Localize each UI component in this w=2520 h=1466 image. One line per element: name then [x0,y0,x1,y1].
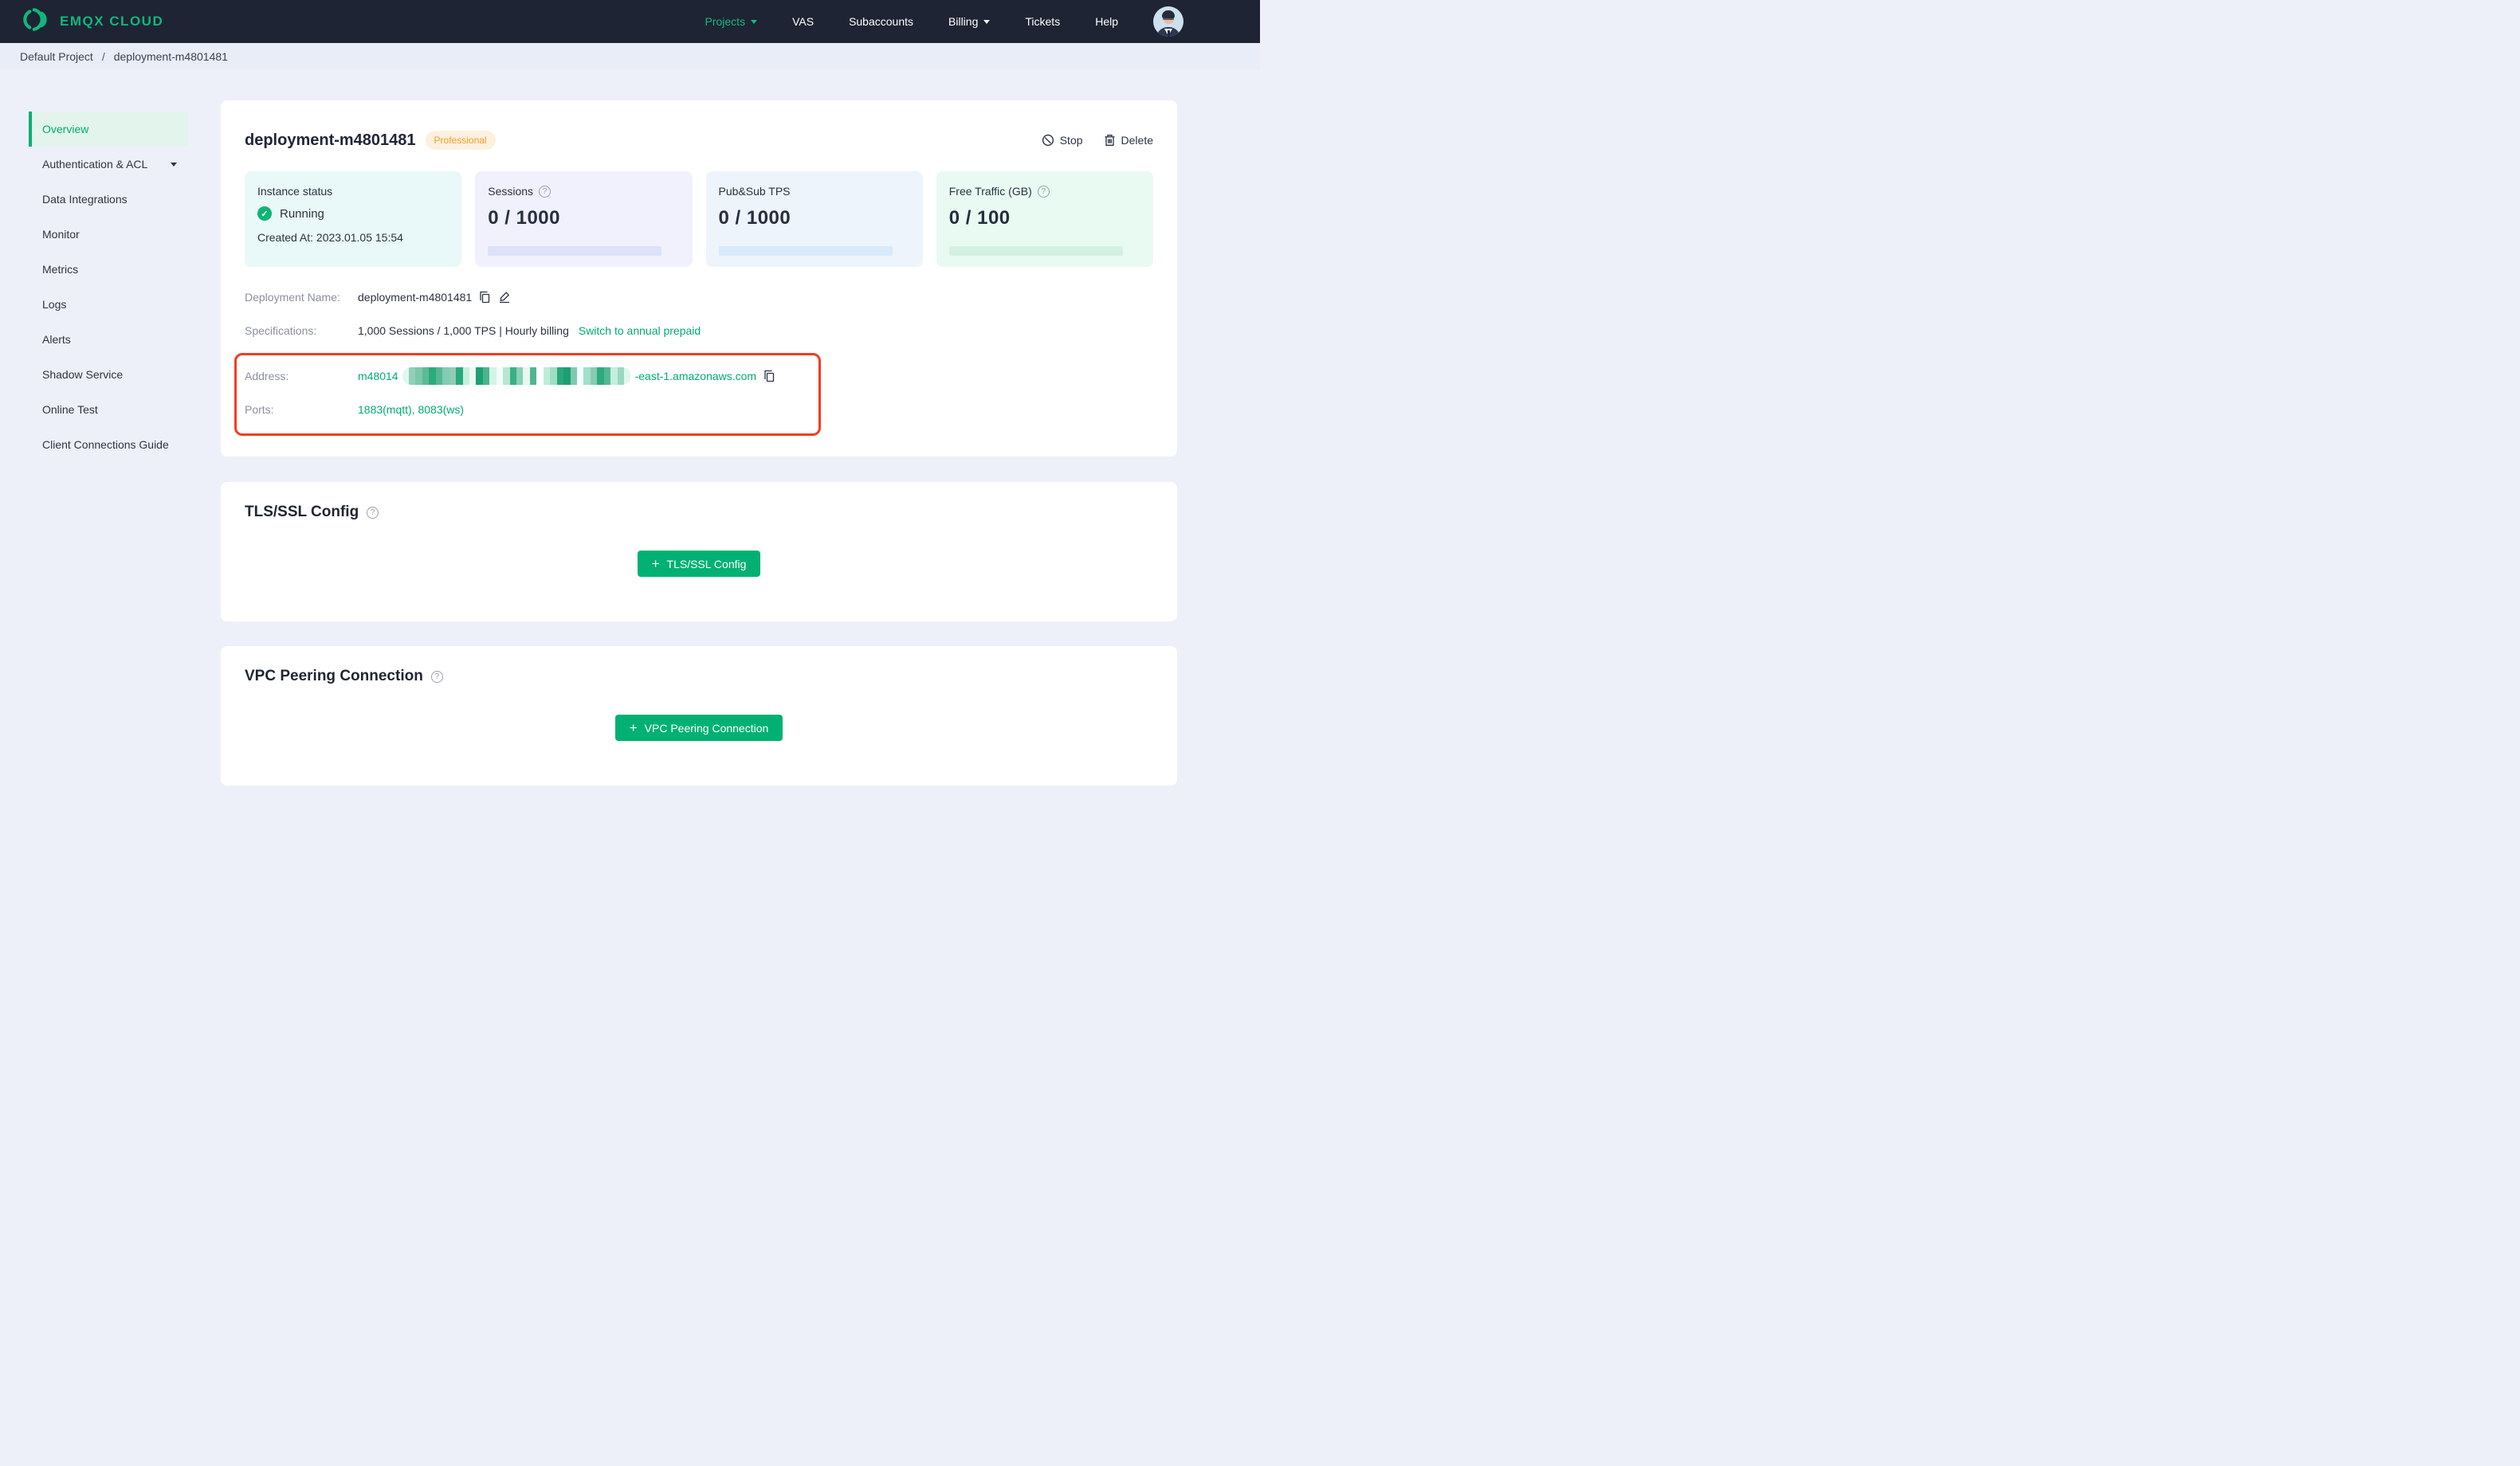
emqx-logo-icon [20,7,52,36]
address-prefix: m48014 [358,370,398,382]
nav-item-tickets[interactable]: Tickets [1025,15,1060,28]
stats-row: Instance status Running Created At: 2023… [245,171,1153,267]
delete-button[interactable]: Delete [1104,134,1153,147]
vpc-peering-heading: VPC Peering Connection [245,668,423,684]
breadcrumb-current: deployment-m4801481 [113,49,228,63]
deployment-name-value: deployment-m4801481 [358,291,473,304]
trash-icon [1104,134,1116,147]
sidebar-item-overview[interactable]: Overview [29,112,188,147]
chevron-down-icon [171,162,177,167]
plus-icon [652,557,660,570]
sidebar-item-shadow-service[interactable]: Shadow Service [29,357,188,392]
edit-icon[interactable] [498,291,511,304]
annotation-highlight-box: Address: m48014 -east-1.amazonaws.com Po… [234,353,821,436]
switch-to-annual-prepaid-link[interactable]: Switch to annual prepaid [579,324,701,337]
page-title: deployment-m4801481 [245,131,416,149]
status-text: Running [280,206,324,221]
sidebar-item-logs[interactable]: Logs [29,287,188,322]
chevron-down-icon [983,19,991,24]
emqx-cloud-logo[interactable]: EMQX CLOUD [20,7,163,36]
avatar[interactable] [1153,6,1183,37]
breadcrumb-project[interactable]: Default Project [20,50,93,63]
address-redaction [402,367,631,385]
tps-progress-bar [718,246,893,256]
nav-item-projects[interactable]: Projects [705,15,758,28]
stop-icon [1042,134,1054,147]
copy-icon[interactable] [479,291,491,304]
sidebar-item-client-connections-guide[interactable]: Client Connections Guide [29,427,188,462]
nav-item-vas[interactable]: VAS [792,15,814,28]
plan-badge: Professional [425,131,496,150]
tls-ssl-heading: TLS/SSL Config [245,504,359,520]
sidebar-item-online-test[interactable]: Online Test [29,392,188,427]
brand-name: EMQX CLOUD [60,14,164,29]
sessions-progress-bar [488,246,662,256]
deployment-details: Deployment Name: deployment-m4801481 Spe… [234,286,1153,436]
address-suffix: -east-1.amazonaws.com [634,370,757,382]
vpc-peering-card: VPC Peering Connection VPC Peering Conne… [221,646,1177,786]
breadcrumb-separator: / [101,49,105,63]
add-tls-ssl-config-button[interactable]: TLS/SSL Config [637,551,761,577]
stat-sessions: Sessions 0 / 1000 [475,171,693,267]
help-icon[interactable] [367,506,379,519]
add-vpc-peering-button[interactable]: VPC Peering Connection [614,715,783,741]
address-label: Address: [245,370,289,382]
help-icon[interactable] [430,670,443,683]
nav-item-subaccounts[interactable]: Subaccounts [849,15,913,28]
help-icon[interactable] [539,185,551,198]
deployment-overview-card: deployment-m4801481 Professional Stop De… [221,100,1177,457]
top-nav: EMQX CLOUD Projects VAS Subaccounts Bill… [0,0,1260,43]
tls-ssl-card: TLS/SSL Config TLS/SSL Config [221,482,1177,621]
stop-button[interactable]: Stop [1042,134,1083,147]
help-icon[interactable] [1037,185,1050,198]
sidebar-item-authentication-acl[interactable]: Authentication & ACL [29,147,188,182]
nav-item-help[interactable]: Help [1095,15,1118,28]
breadcrumb: Default Project / deployment-m4801481 [0,43,1260,69]
nav-item-billing[interactable]: Billing [948,15,991,28]
sidebar-item-data-integrations[interactable]: Data Integrations [29,182,188,217]
stat-free-traffic: Free Traffic (GB) 0 / 100 [936,171,1153,267]
sidebar: Overview Authentication & ACL Data Integ… [29,112,188,462]
check-circle-icon [257,206,272,221]
created-at: Created At: 2023.01.05 15:54 [257,231,403,244]
sidebar-item-monitor[interactable]: Monitor [29,217,188,252]
stat-instance-status: Instance status Running Created At: 2023… [245,171,462,267]
specifications-value: 1,000 Sessions / 1,000 TPS | Hourly bill… [358,324,569,337]
main-content: deployment-m4801481 Professional Stop De… [221,100,1177,810]
stat-pubsub-tps: Pub&Sub TPS 0 / 1000 [705,171,923,267]
deployment-name-label: Deployment Name: [245,291,340,304]
specifications-label: Specifications: [245,324,317,337]
traffic-progress-bar [948,246,1123,256]
ports-label: Ports: [245,403,274,416]
sidebar-item-metrics[interactable]: Metrics [29,252,188,287]
ports-value: 1883(mqtt), 8083(ws) [358,403,465,416]
sidebar-item-alerts[interactable]: Alerts [29,322,188,357]
nav-links: Projects VAS Subaccounts Billing Tickets… [705,6,1183,37]
copy-icon[interactable] [763,370,775,382]
chevron-down-icon [751,19,758,24]
plus-icon [630,721,638,735]
